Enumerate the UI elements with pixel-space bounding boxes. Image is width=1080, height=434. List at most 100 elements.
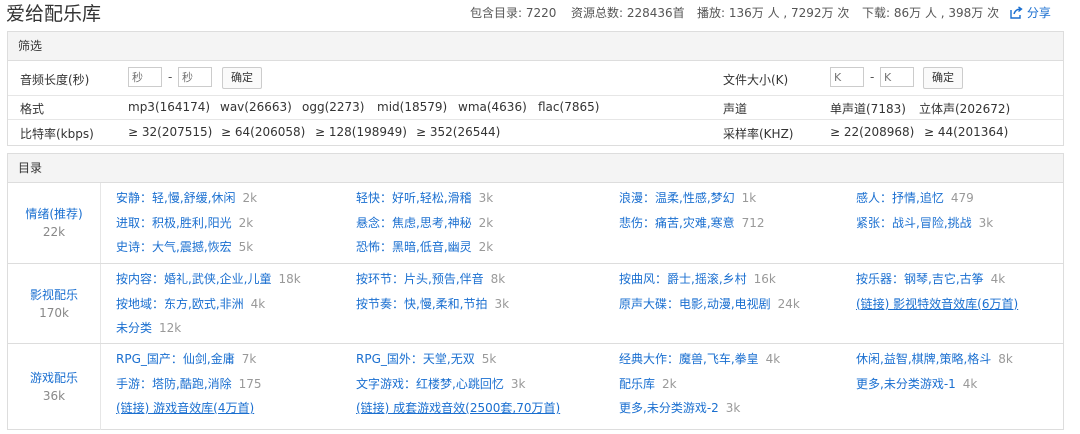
share-button[interactable]: 分享 — [1010, 4, 1051, 21]
catalog-item: (链接) 成套游戏音效(2500套,70万首) — [356, 399, 560, 416]
catalog-item: 按地域：东方,欧式,非洲 4k — [116, 295, 265, 312]
section-count: 36k — [42, 389, 66, 403]
catalog-external-link[interactable]: (链接) 影视特效音效库(6万首) — [856, 297, 1018, 311]
catalog-item-link[interactable]: 文字游戏：红楼梦,心跳回忆 — [356, 377, 504, 391]
catalog-item-link[interactable]: 休闲,益智,棋牌,策略,格斗 — [856, 352, 991, 366]
catalog-item: 轻快：好听,轻松,滑稽 3k — [356, 189, 493, 206]
range-dash: - — [870, 70, 875, 84]
catalog-item-link[interactable]: 轻快：好听,轻松,滑稽 — [356, 191, 472, 205]
bitrate-option-352[interactable]: ≥ 352(26544) — [416, 125, 500, 139]
catalog-item-link[interactable]: 按环节：片头,预告,伴音 — [356, 272, 484, 286]
catalog-item-link[interactable]: 安静：轻,慢,舒缓,休闲 — [116, 191, 235, 205]
filter-row-format: 格式 mp3(164174) wav(26663) ogg(2273) mid(… — [8, 95, 1063, 120]
catalog-item-count: 3k — [494, 296, 510, 311]
file-size-confirm-button[interactable]: 确定 — [923, 67, 963, 89]
audio-length-max-input[interactable] — [178, 67, 212, 87]
format-option-ogg[interactable]: ogg(2273) — [302, 100, 364, 114]
bitrate-option-128[interactable]: ≥ 128(198949) — [315, 125, 407, 139]
catalog-item-count: 18k — [278, 272, 301, 286]
filter-row-bitrate: 比特率(kbps) ≥ 32(207515) ≥ 64(206058) ≥ 12… — [8, 119, 1063, 146]
samplerate-option-22[interactable]: ≥ 22(208968) — [830, 125, 914, 139]
catalog-item-count: 3k — [725, 401, 741, 415]
catalog-item-link[interactable]: 感人：抒情,追忆 — [856, 191, 944, 205]
bitrate-option-32[interactable]: ≥ 32(207515) — [128, 125, 212, 139]
catalog-item-count: 4k — [250, 296, 266, 311]
file-size-min-input[interactable] — [830, 67, 864, 87]
channel-option-stereo[interactable]: 立体声(202672) — [919, 100, 1010, 117]
catalog-item-count: 712 — [741, 215, 765, 230]
catalog-section: 影视配乐 170k 按内容：婚礼,武侠,企业,儿童 18k 按环节：片头,预告,伴音 8k… — [8, 263, 1063, 344]
catalog-item-link[interactable]: 紧张：战斗,冒险,挑战 — [856, 216, 972, 230]
section-divider — [100, 264, 101, 344]
catalog-item: 悬念：焦虑,思考,神秘 2k — [356, 214, 493, 231]
stat-downloads: 下载: 86万 人 , 398万 次 — [862, 6, 1000, 20]
file-size-max-input[interactable] — [880, 67, 914, 87]
catalog-item-link[interactable]: 按节奏：快,慢,柔和,节拍 — [356, 297, 487, 311]
catalog-item: 感人：抒情,追忆 479 — [856, 189, 974, 206]
catalog-item-count: 3k — [978, 215, 994, 230]
audio-length-confirm-button[interactable]: 确定 — [222, 67, 262, 89]
file-size-label: 文件大小(K) — [723, 73, 789, 87]
section-divider — [100, 183, 101, 263]
section-count: 22k — [42, 225, 66, 239]
catalog-item: RPG_国外：天堂,无双 5k — [356, 350, 496, 367]
catalog-item-link[interactable]: 悲伤：痛苦,灾难,寒意 — [619, 216, 735, 230]
samplerate-label: 采样率(KHZ) — [723, 127, 794, 141]
catalog-item-link[interactable]: 按曲风：爵士,摇滚,乡村 — [619, 272, 747, 286]
catalog-item-count: 3k — [510, 376, 526, 391]
samplerate-option-44[interactable]: ≥ 44(201364) — [924, 125, 1008, 139]
catalog-item: 浪漫：温柔,性感,梦幻 1k — [619, 189, 756, 206]
catalog-item: 史诗：大气,震撼,恢宏 5k — [116, 238, 253, 255]
catalog-item: 文字游戏：红楼梦,心跳回忆 3k — [356, 375, 525, 392]
catalog-external-link[interactable]: (链接) 游戏音效库(4万首) — [116, 401, 254, 415]
catalog-item-link[interactable]: 进取：积极,胜利,阳光 — [116, 216, 232, 230]
catalog-item-link[interactable]: 经典大作：魔兽,飞车,拳皇 — [619, 352, 759, 366]
catalog-item-link[interactable]: 原声大碟：电影,动漫,电视剧 — [619, 297, 771, 311]
audio-length-min-input[interactable] — [128, 67, 162, 87]
catalog-item: 休闲,益智,棋牌,策略,格斗 8k — [856, 350, 1013, 367]
catalog-item-link[interactable]: RPG_国外：天堂,无双 — [356, 352, 475, 366]
format-option-mid[interactable]: mid(18579) — [377, 100, 447, 114]
catalog-item-count: 1k — [741, 191, 757, 205]
format-option-flac[interactable]: flac(7865) — [538, 100, 599, 114]
catalog-item-link[interactable]: 悬念：焦虑,思考,神秘 — [356, 216, 472, 230]
section-name[interactable]: 影视配乐 — [8, 287, 100, 303]
filter-row-length: 音频长度(秒) - 确定 文件大小(K) - 确定 — [8, 61, 1063, 95]
format-option-wav[interactable]: wav(26663) — [220, 100, 292, 114]
channel-option-mono[interactable]: 单声道(7183) — [830, 100, 906, 117]
catalog-item-link[interactable]: 手游：塔防,酷跑,消除 — [116, 377, 232, 391]
catalog-item-link[interactable]: 更多,未分类游戏-1 — [856, 377, 956, 391]
stat-total: 资源总数: 228436首 — [571, 6, 685, 20]
catalog-section: 情绪(推荐) 22k 安静：轻,慢,舒缓,休闲 2k 轻快：好听,轻松,滑稽 3k 浪漫：温… — [8, 183, 1063, 263]
catalog-panel: 目录 情绪(推荐) 22k 安静：轻,慢,舒缓,休闲 2k 轻快：好听,轻松,滑稽 3k 浪… — [7, 153, 1064, 430]
share-icon — [1010, 6, 1023, 19]
format-option-mp3[interactable]: mp3(164174) — [128, 100, 210, 114]
catalog-item: 更多,未分类游戏-1 4k — [856, 375, 977, 392]
catalog-heading: 目录 — [8, 154, 1063, 183]
catalog-item: 按乐器：钢琴,吉它,古筝 4k — [856, 270, 1005, 287]
catalog-item-link[interactable]: 配乐库 — [619, 377, 655, 391]
catalog-item-link[interactable]: 史诗：大气,震撼,恢宏 — [116, 240, 232, 254]
section-name[interactable]: 情绪(推荐) — [8, 206, 100, 222]
catalog-item-link[interactable]: 按乐器：钢琴,吉它,古筝 — [856, 272, 984, 286]
catalog-item-link[interactable]: 浪漫：温柔,性感,梦幻 — [619, 191, 735, 205]
catalog-item-count: 16k — [753, 272, 776, 286]
catalog-section: 游戏配乐 36k RPG_国产：仙剑,金庸 7k RPG_国外：天堂,无双 5k 经典大作：… — [8, 343, 1063, 430]
catalog-item-link[interactable]: 按内容：婚礼,武侠,企业,儿童 — [116, 272, 271, 286]
catalog-item-count: 2k — [662, 376, 677, 391]
catalog-external-link[interactable]: (链接) 成套游戏音效(2500套,70万首) — [356, 401, 560, 415]
catalog-item: 经典大作：魔兽,飞车,拳皇 4k — [619, 350, 780, 367]
section-name[interactable]: 游戏配乐 — [8, 370, 100, 386]
bitrate-option-64[interactable]: ≥ 64(206058) — [221, 125, 305, 139]
catalog-item: (链接) 影视特效音效库(6万首) — [856, 295, 1018, 312]
format-option-wma[interactable]: wma(4636) — [458, 100, 527, 114]
catalog-item-link[interactable]: 更多,未分类游戏-2 — [619, 401, 719, 415]
catalog-item-link[interactable]: RPG_国产：仙剑,金庸 — [116, 352, 235, 366]
catalog-item: 按曲风：爵士,摇滚,乡村 16k — [619, 270, 776, 287]
section-divider — [100, 344, 101, 430]
catalog-item-count: 24k — [777, 296, 800, 311]
catalog-item-link[interactable]: 按地域：东方,欧式,非洲 — [116, 297, 244, 311]
catalog-item-link[interactable]: 未分类 — [116, 321, 152, 335]
catalog-item: 安静：轻,慢,舒缓,休闲 2k — [116, 189, 257, 206]
catalog-item-link[interactable]: 恐怖：黑暗,低音,幽灵 — [356, 240, 472, 254]
